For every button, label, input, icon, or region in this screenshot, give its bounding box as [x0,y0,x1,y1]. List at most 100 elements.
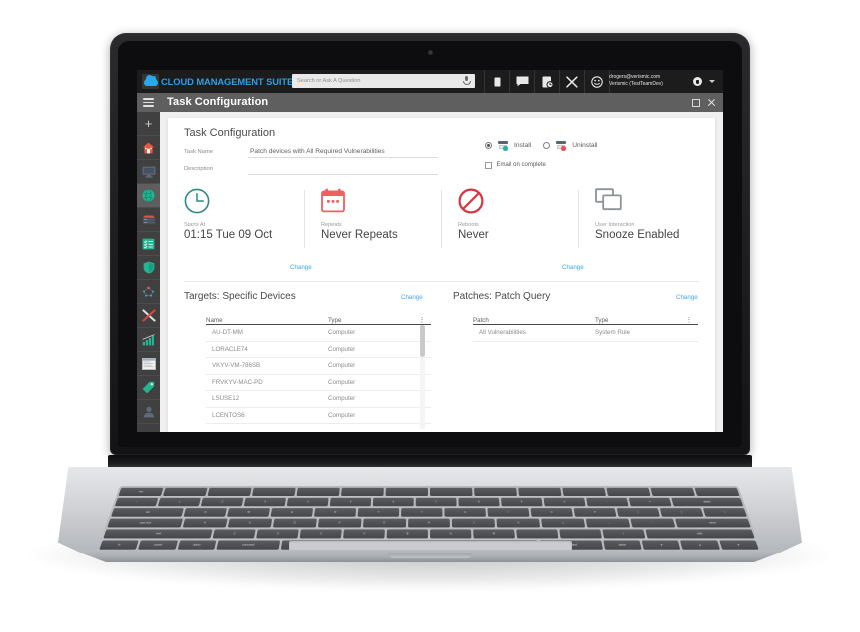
key: 4 [286,497,329,507]
uninstall-radio[interactable] [543,142,551,149]
key: B [386,529,428,539]
key: [ [616,508,660,517]
key [606,487,651,497]
table-row[interactable]: VKYV-VM-786SB Computer [206,358,431,375]
windows-icon [595,188,622,216]
sidebar-item-tools[interactable] [137,304,160,328]
add-button[interactable]: + [137,112,160,136]
targets-table-menu-icon[interactable]: ⋮ [413,317,431,324]
table-row[interactable]: AU-DT-MM Computer [206,325,431,342]
screenshot-stage: CLOUD MANAGEMENT SUITE Search or Ask A Q… [0,0,860,632]
tools-icon[interactable] [559,70,584,93]
description-input-underline[interactable] [248,174,438,175]
key: K [496,518,541,528]
key: X [256,529,299,539]
target-type: Computer [328,378,356,386]
keyboard-row: ~ 12 34 56 78 90 - = delete [114,497,744,507]
app-top-bar: CLOUD MANAGEMENT SUITE Search or Ask A Q… [137,70,723,93]
key: Z [212,529,256,539]
device-icon[interactable] [484,70,509,93]
table-row[interactable]: LCENTOS6 Computer [206,408,431,424]
change-targets-link[interactable]: Change [401,294,423,301]
search-box[interactable]: Search or Ask A Question [292,74,475,88]
table-row[interactable]: All Vulnerabilities System Rule [473,325,698,342]
email-on-complete-checkbox[interactable] [485,162,492,169]
key: S [227,518,272,528]
reboots-value: Never [458,229,489,241]
change-schedule-link[interactable]: Change [290,264,312,271]
table-row[interactable]: FRVKYV-MAC-PD Computer [206,375,431,391]
targets-scrollbar-thumb[interactable] [420,325,425,357]
chat-icon[interactable] [509,70,534,93]
table-row[interactable]: LORACLE74 Computer [206,342,431,358]
chevron-down-icon[interactable] [709,80,715,83]
targets-col-type: Type [328,317,342,324]
target-name: LORACLE74 [212,345,248,353]
sidebar-item-network[interactable] [137,280,160,304]
email-on-complete-label: Email on complete [496,162,546,169]
user-interaction-tile: User Interaction Snooze Enabled [579,184,715,256]
key: 2 [200,497,244,507]
sidebar-item-security[interactable] [137,256,160,280]
sidebar-item-patch[interactable] [137,184,160,208]
tools-icon [141,309,156,322]
key [340,487,384,497]
key: ◄ [641,540,681,550]
menu-icon[interactable] [143,97,154,108]
key: 0 [543,497,586,507]
sidebar-item-home[interactable] [137,136,160,160]
search-input[interactable]: Search or Ask A Question [297,78,463,84]
key: - [586,497,629,507]
sidebar-item-licenses[interactable] [137,376,160,400]
expand-icon[interactable] [692,98,700,107]
key: H [407,518,451,528]
task-name-input-underline[interactable] [248,157,438,158]
sidebar-item-users[interactable] [137,400,160,424]
table-row[interactable]: LSUSE12 Computer [206,391,431,408]
history-icon[interactable] [534,70,559,93]
close-icon[interactable] [707,98,716,107]
key: / [602,529,646,539]
starts-at-tile: Starts At 01:15 Tue 09 Oct [168,184,304,256]
key: C [299,529,342,539]
sidebar-item-console[interactable] [137,352,160,376]
brand-logo[interactable]: CLOUD MANAGEMENT SUITE [142,74,293,89]
key: E [270,508,314,517]
user-account-info[interactable]: drogers@verismic.com Verismic (TestTeamD… [609,74,663,88]
cloud-icon [142,74,159,89]
smiley-icon[interactable] [584,70,610,93]
targets-col-name: Name [206,317,223,324]
action-radio-group: Install Uninstall [485,141,598,151]
key: command [216,540,281,550]
targets-scrollbar[interactable] [420,325,425,429]
key: N [430,529,472,539]
webcam [428,50,433,55]
patches-table-menu-icon[interactable]: ⋮ [680,317,698,324]
sidebar-item-deploy[interactable] [137,208,160,232]
key: tab [111,508,184,517]
sidebar-item-tasks[interactable] [137,232,160,256]
key: esc [118,487,164,497]
key: 9 [500,497,543,507]
key: 5 [329,497,372,507]
install-radio[interactable] [485,142,492,149]
change-reboot-link[interactable]: Change [562,264,584,271]
sidebar-item-devices[interactable] [137,160,160,184]
key [562,487,607,497]
key: option [177,540,217,550]
key [694,487,740,497]
key: ~ [114,497,159,507]
sidebar-item-reports[interactable] [137,328,160,352]
key: ; [586,518,631,528]
target-name: LSUSE12 [212,395,240,403]
notifications-icon[interactable] [693,77,702,86]
microphone-icon[interactable] [463,76,471,86]
change-patches-link[interactable]: Change [676,294,698,301]
page-title: Task Configuration [167,96,269,108]
email-on-complete-row[interactable]: Email on complete [485,162,546,169]
patches-title: Patches: Patch Query [453,291,551,302]
monitor-icon [142,166,155,178]
user-interaction-value: Snooze Enabled [595,229,680,241]
task-name-value[interactable]: Patch devices with All Required Vulnerab… [250,148,385,155]
key: fn [99,540,139,550]
